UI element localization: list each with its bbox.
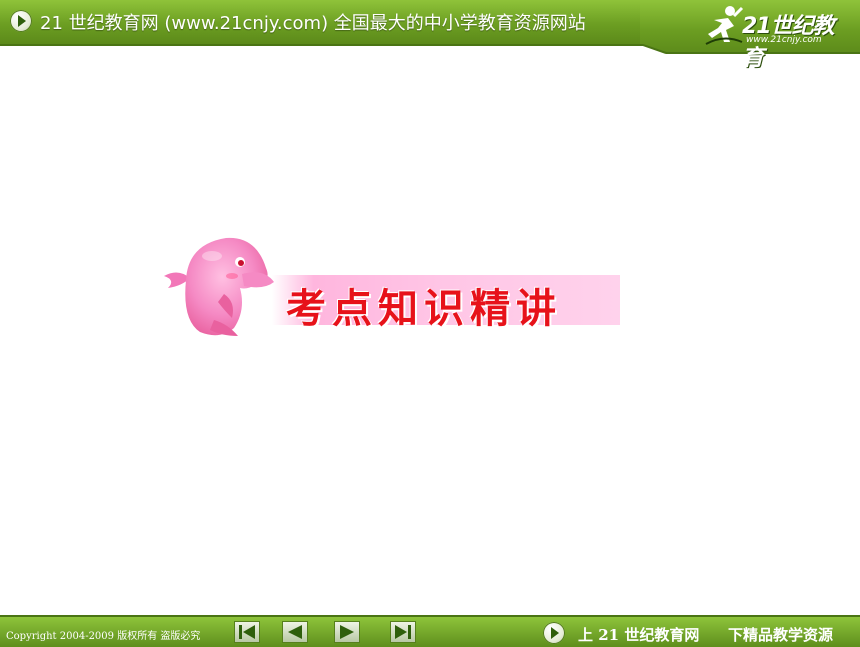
first-page-icon <box>239 625 255 639</box>
site-logo[interactable]: 21世纪教育 www.21cnjy.com <box>704 2 854 71</box>
logo-url: www.21cnjy.com <box>746 35 822 45</box>
prev-page-button[interactable] <box>282 621 308 643</box>
first-page-button[interactable] <box>234 621 260 643</box>
dolphin-mascot-icon <box>164 237 274 336</box>
last-page-icon <box>395 625 411 639</box>
footer-bar: Copyright 2004-2009 版权所有 盗版必究 上 21 世纪教育网… <box>0 615 860 647</box>
circle-play-icon[interactable] <box>10 10 32 32</box>
footer-play-icon[interactable] <box>543 622 565 644</box>
last-page-button[interactable] <box>390 621 416 643</box>
copyright-text: Copyright 2004-2009 版权所有 盗版必究 <box>6 631 201 642</box>
next-page-icon <box>340 625 354 639</box>
prev-page-icon <box>288 625 302 639</box>
section-title: 考点知识精讲 <box>286 286 562 332</box>
footer-link-down[interactable]: 下精品教学资源 <box>728 624 833 645</box>
next-page-button[interactable] <box>334 621 360 643</box>
runner-logo-icon <box>705 6 744 45</box>
header-title: 21 世纪教育网 (www.21cnjy.com) 全国最大的中小学教育资源网站 <box>40 13 586 34</box>
footer-link-up[interactable]: 上 21 世纪教育网 <box>578 624 699 645</box>
